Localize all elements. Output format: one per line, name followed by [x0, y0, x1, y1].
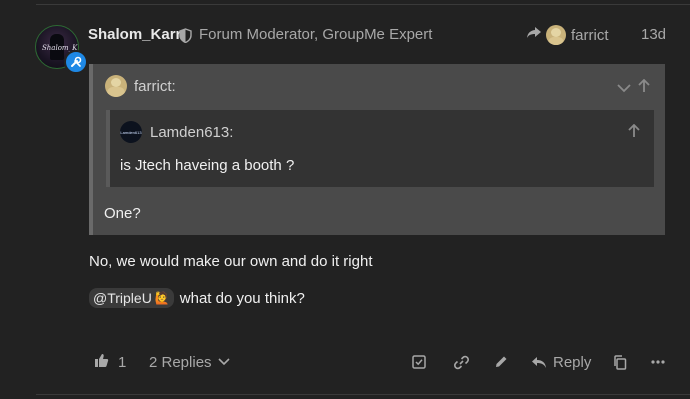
reply-to-link[interactable]: farrict — [526, 25, 609, 45]
post-age[interactable]: 13d — [641, 26, 666, 43]
mention-emoji: 🙋 — [154, 291, 170, 305]
replies-button[interactable]: 2 Replies — [149, 347, 230, 377]
mention-text: @TripleU — [93, 290, 152, 306]
shield-icon — [179, 28, 192, 48]
replies-label: 2 Replies — [149, 353, 212, 371]
arrow-up-icon[interactable] — [638, 78, 650, 98]
link-icon[interactable] — [454, 347, 469, 377]
quote-outer-bar — [89, 64, 93, 235]
quote-outer-avatar — [105, 75, 127, 97]
reply-to-name: farrict — [571, 26, 609, 44]
copy-icon[interactable] — [613, 347, 627, 377]
quote-inner-author: Lamden613: — [150, 124, 234, 141]
quote-inner-avatar: Lamden613 — [120, 121, 142, 143]
reply-arrow-icon — [531, 356, 547, 369]
share-arrow-icon — [526, 26, 542, 45]
pencil-icon[interactable] — [494, 347, 508, 377]
reply-to-avatar-body — [548, 37, 564, 45]
quote-outer-avatar-body — [107, 87, 125, 97]
reply-to-avatar-head — [551, 28, 561, 37]
quote-outer-author: farrict: — [134, 78, 176, 95]
reply-button[interactable]: Reply — [531, 347, 591, 377]
post-paragraph: No, we would make our own and do it righ… — [89, 253, 373, 270]
mention-rest-text: what do you think? — [179, 289, 305, 307]
username[interactable]: Shalom_Karr — [88, 26, 181, 43]
quote-outer-text: One? — [104, 205, 141, 222]
bottom-divider — [36, 394, 690, 395]
user-mention[interactable]: @TripleU 🙋 — [89, 288, 174, 308]
top-divider — [36, 4, 690, 5]
wrench-icon — [64, 50, 88, 74]
checkbox-icon[interactable] — [412, 347, 426, 377]
chevron-down-icon — [217, 358, 230, 366]
like-count: 1 — [118, 347, 126, 377]
arrow-up-icon[interactable] — [628, 123, 640, 143]
quote-inner-avatar-text: Lamden613 — [120, 129, 142, 135]
post-actions: 1 2 Replies Reply — [0, 347, 690, 377]
quote-inner — [106, 110, 654, 187]
thumbs-up-icon — [94, 353, 109, 372]
user-title: Forum Moderator, GroupMe Expert — [199, 26, 433, 43]
chevron-down-icon[interactable] — [617, 80, 631, 98]
like-count-text: 1 — [118, 353, 127, 371]
more-icon[interactable] — [651, 347, 665, 377]
user-avatar[interactable]: Shalom_K — [35, 25, 88, 74]
reply-label: Reply — [553, 353, 592, 371]
mention-line: @TripleU 🙋 what do you think? — [89, 288, 305, 308]
reply-to-avatar — [546, 25, 566, 45]
quote-inner-bar — [106, 110, 110, 187]
quote-outer-avatar-head — [111, 78, 121, 87]
quote-inner-text: is Jtech haveing a booth ? — [120, 157, 295, 174]
like-button[interactable] — [94, 347, 109, 377]
